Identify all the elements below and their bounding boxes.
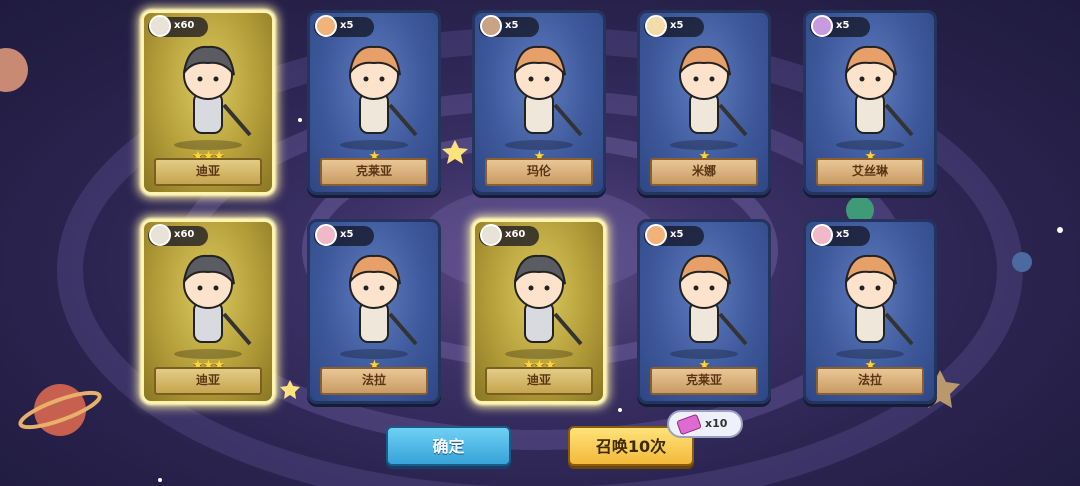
shard-count-tag: x60 [479,224,539,246]
shard-count: x5 [670,20,684,31]
hero-name: 迪亚 [485,367,593,395]
hero-portrait [654,35,754,154]
hero-portrait [489,244,589,363]
shard-count: x5 [340,20,354,31]
shard-count: x60 [174,20,195,31]
shard-count-tag: x60 [148,15,208,37]
hero-card[interactable]: x60 ★★★ 迪亚 [141,219,275,404]
hero-card[interactable]: x5 ★ 米娜 [637,10,771,195]
shard-count-tag: x5 [644,224,704,246]
hero-avatar-icon [149,15,171,37]
summon-ticket-icon [676,413,702,436]
hero-portrait [820,35,920,154]
hero-avatar-icon [480,15,502,37]
hero-card[interactable]: x60 ★★★ 迪亚 [141,10,275,195]
hero-card[interactable]: x5 ★ 克莱亚 [637,219,771,404]
hero-card[interactable]: x60 ★★★ 迪亚 [472,219,606,404]
hero-avatar-icon [315,15,337,37]
hero-name: 法拉 [816,367,924,395]
shard-count: x5 [670,229,684,240]
hero-card[interactable]: x5 ★ 艾丝琳 [803,10,937,195]
hero-avatar-icon [645,224,667,246]
hero-portrait [324,244,424,363]
hero-card[interactable]: x5 ★ 法拉 [307,219,441,404]
hero-avatar-icon [645,15,667,37]
shard-count: x60 [505,229,526,240]
hero-card[interactable]: x5 ★ 克莱亚 [307,10,441,195]
shard-count-tag: x5 [314,224,374,246]
confirm-button[interactable]: 确定 [386,426,511,466]
shard-count: x60 [174,229,195,240]
shard-count: x5 [340,229,354,240]
hero-name: 艾丝琳 [816,158,924,186]
hero-portrait [158,35,258,154]
hero-avatar-icon [480,224,502,246]
hero-avatar-icon [315,224,337,246]
shard-count-tag: x5 [479,15,539,37]
hero-avatar-icon [149,224,171,246]
hero-portrait [820,244,920,363]
hero-portrait [654,244,754,363]
hero-avatar-icon [811,15,833,37]
hero-card[interactable]: x5 ★ 法拉 [803,219,937,404]
hero-portrait [324,35,424,154]
hero-name: 克莱亚 [320,158,428,186]
shard-count: x5 [836,20,850,31]
shard-count: x5 [836,229,850,240]
shard-count-tag: x5 [810,224,870,246]
hero-avatar-icon [811,224,833,246]
hero-name: 米娜 [650,158,758,186]
shard-count: x5 [505,20,519,31]
summon-cost-count: x10 [705,417,728,430]
hero-name: 迪亚 [154,158,262,186]
shard-count-tag: x5 [644,15,704,37]
hero-portrait [489,35,589,154]
shard-count-tag: x60 [148,224,208,246]
hero-portrait [158,244,258,363]
hero-name: 玛伦 [485,158,593,186]
shard-count-tag: x5 [810,15,870,37]
hero-name: 迪亚 [154,367,262,395]
shard-count-tag: x5 [314,15,374,37]
summon-cost-badge: x10 [667,410,743,438]
hero-name: 法拉 [320,367,428,395]
hero-name: 克莱亚 [650,367,758,395]
hero-card[interactable]: x5 ★ 玛伦 [472,10,606,195]
